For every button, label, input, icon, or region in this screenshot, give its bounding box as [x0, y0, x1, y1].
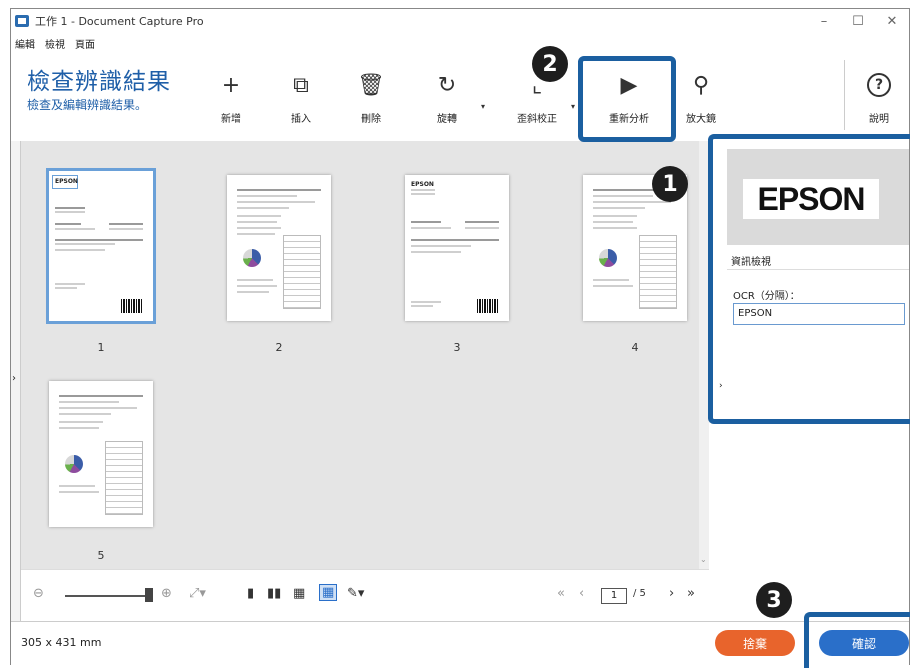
magnifier-icon: ⚲ [692, 72, 710, 98]
page-number-input[interactable]: 1 [601, 588, 627, 604]
thumbnail-view-icon[interactable]: ▦ [319, 584, 338, 601]
minimize-button[interactable]: – [807, 9, 841, 33]
help-icon: ? [851, 68, 907, 102]
epson-logo-mini: EPSON [52, 175, 78, 189]
table-graphic [283, 235, 321, 309]
magnifier-label: 放大鏡 [686, 114, 716, 125]
discard-button[interactable]: 捨棄 [715, 630, 795, 656]
single-view-icon[interactable]: ▮ [247, 586, 254, 601]
callout-badge-3: 3 [756, 582, 792, 618]
trash-icon: 🗑 [357, 72, 385, 98]
callout-badge-2: 2 [532, 46, 568, 82]
help-label: 說明 [869, 114, 889, 125]
table-graphic-4 [639, 235, 677, 309]
highlight-reanalyze [578, 56, 676, 142]
window-controls: – ☐ ✕ [807, 9, 909, 33]
rotate-label: 旋轉 [437, 114, 457, 125]
delete-button[interactable]: 🗑 刪除 [343, 68, 399, 126]
double-view-icon[interactable]: ▮▮ [267, 586, 281, 601]
pie-graphic-5 [65, 455, 83, 473]
maximize-button[interactable]: ☐ [841, 9, 875, 33]
add-button[interactable]: + 新增 [203, 68, 259, 126]
rotate-icon: ↻ [437, 72, 457, 98]
menu-bar: 編輯 檢視 頁面 [11, 36, 95, 52]
pie-graphic-4 [599, 249, 617, 267]
zoom-slider-track[interactable] [65, 595, 147, 597]
toolbar: 檢查辨識結果 檢查及編輯辨識結果。 + 新增 ⧉ 插入 🗑 刪除 ↻ 旋轉 ▾ … [11, 54, 909, 142]
edit-view-icon[interactable]: ✎▾ [347, 586, 364, 601]
scroll-down-icon[interactable]: ⌄ [700, 555, 707, 564]
page-thumbnail-2[interactable] [227, 175, 331, 321]
deskew-label: 歪斜校正 [517, 114, 557, 125]
fit-page-icon[interactable]: ⤢▾ [189, 586, 206, 601]
deskew-dropdown-icon[interactable]: ▾ [571, 102, 575, 111]
page-subtitle: 檢查及編輯辨識結果。 [27, 98, 148, 112]
zoom-out-icon[interactable]: ⊖ [33, 586, 44, 601]
page-number-3: 3 [453, 341, 461, 354]
menu-edit[interactable]: 編輯 [15, 36, 35, 52]
insert-icon: ⧉ [293, 72, 309, 98]
menu-view[interactable]: 檢視 [45, 36, 65, 52]
view-toolbar: ⊖ ⊕ ⤢▾ ▮ ▮▮ ▦ ▦ ✎▾ « ‹ 1 / 5 › » [21, 569, 709, 621]
epson-logo-mini-3: EPSON [411, 181, 434, 188]
left-panel-toggle[interactable]: › [11, 141, 21, 621]
page-number-4: 4 [631, 341, 639, 354]
page-number-1: 1 [97, 341, 105, 354]
highlight-info-panel [708, 134, 910, 424]
highlight-confirm [804, 612, 910, 668]
zoom-in-icon[interactable]: ⊕ [161, 586, 172, 601]
expand-arrow-icon: › [12, 373, 16, 384]
magnifier-button[interactable]: ⚲ 放大鏡 [673, 68, 729, 126]
page-thumbnail-3[interactable]: EPSON [405, 175, 509, 321]
table-graphic-5 [105, 441, 143, 515]
page-thumbnail-5[interactable] [49, 381, 153, 527]
thumbnail-area: EPSON 1 2 EPSON 3 4 5 [21, 141, 709, 569]
close-button[interactable]: ✕ [875, 9, 909, 33]
prev-page-icon[interactable]: ‹ [579, 586, 584, 601]
page-title: 檢查辨識結果 [27, 69, 171, 95]
pie-graphic [243, 249, 261, 267]
page-number-5: 5 [97, 549, 105, 562]
window-title: 工作 1 - Document Capture Pro [35, 15, 204, 28]
help-glyph: ? [867, 73, 891, 97]
page-number-2: 2 [275, 341, 283, 354]
last-page-icon[interactable]: » [687, 586, 695, 601]
app-icon [15, 15, 29, 27]
delete-label: 刪除 [361, 114, 381, 125]
toolbar-divider [844, 60, 845, 130]
plus-icon: + [221, 72, 241, 98]
zoom-slider-thumb[interactable] [145, 588, 153, 602]
status-bar: 305 x 431 mm 捨棄 確認 [11, 621, 909, 666]
page-total: / 5 [633, 588, 646, 599]
insert-label: 插入 [291, 114, 311, 125]
rotate-button[interactable]: ↻ 旋轉 [419, 68, 475, 126]
insert-button[interactable]: ⧉ 插入 [273, 68, 329, 126]
grid-view-icon[interactable]: ▦ [293, 586, 305, 601]
first-page-icon[interactable]: « [557, 586, 565, 601]
barcode-3 [477, 299, 499, 313]
page-thumbnail-1[interactable]: EPSON [46, 168, 156, 324]
menu-page[interactable]: 頁面 [75, 36, 95, 52]
title-bar: 工作 1 - Document Capture Pro – ☐ ✕ [11, 9, 909, 33]
help-button[interactable]: ? 說明 [851, 68, 907, 125]
add-label: 新增 [221, 114, 241, 125]
next-page-icon[interactable]: › [669, 586, 674, 601]
barcode [121, 299, 143, 313]
page-size: 305 x 431 mm [21, 636, 102, 649]
rotate-dropdown-icon[interactable]: ▾ [481, 102, 485, 111]
callout-badge-1: 1 [652, 166, 688, 202]
